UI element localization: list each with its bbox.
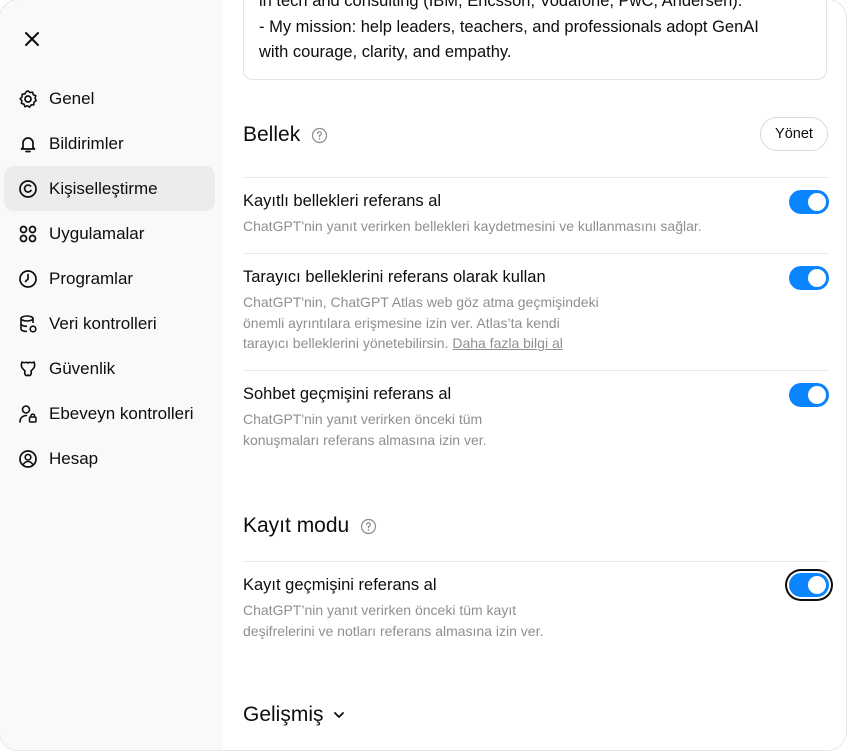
saved-memories-toggle[interactable] bbox=[789, 190, 829, 214]
advanced-label: Gelişmiş bbox=[243, 703, 324, 726]
divider bbox=[243, 561, 829, 562]
setting-chat-history: Sohbet geçmişini referans al ChatGPT'nin… bbox=[243, 383, 829, 450]
section-title-text: Kayıt modu bbox=[243, 514, 350, 537]
description-line: ChatGPT'nin yanıt verirken bellekleri ka… bbox=[243, 218, 702, 234]
bell-icon bbox=[18, 134, 38, 154]
setting-title: Kayıt geçmişini referans al bbox=[243, 576, 437, 594]
toggle-knob bbox=[808, 269, 826, 287]
sidebar-item-label: Programlar bbox=[49, 268, 134, 288]
help-icon[interactable] bbox=[311, 127, 328, 144]
toggle-knob bbox=[808, 576, 826, 594]
bio-text-box[interactable]: in tech and consulting (IBM, Ericsson, V… bbox=[243, 0, 827, 80]
sidebar-item-label: Ebeveyn kontrolleri bbox=[49, 403, 194, 423]
sidebar-item-label: Kişiselleştirme bbox=[49, 178, 158, 198]
sidebar-item-label: Genel bbox=[49, 88, 95, 108]
close-button[interactable] bbox=[18, 25, 46, 53]
sidebar-item-ebeveyn-kontrolleri[interactable]: Ebeveyn kontrolleri bbox=[4, 391, 215, 436]
browser-memories-toggle[interactable] bbox=[789, 266, 829, 290]
setting-record-history: Kayıt geçmişini referans al ChatGPT’nin … bbox=[243, 573, 829, 641]
sidebar-item-label: Hesap bbox=[49, 448, 99, 468]
sidebar-item-kisisellestirme[interactable]: Kişiselleştirme bbox=[4, 166, 215, 211]
setting-browser-memories: Tarayıcı belleklerini referans olarak ku… bbox=[243, 266, 829, 354]
sidebar-item-guvenlik[interactable]: Güvenlik bbox=[4, 346, 215, 391]
section-title-text: Bellek bbox=[243, 123, 301, 146]
settings-window: Genel Bildirimler Kişiselleştirme Uygula… bbox=[0, 0, 846, 750]
description-line: deşifrelerini ve notları referans alması… bbox=[243, 622, 544, 639]
description-line: ChatGPT’nin yanıt verirken önceki tüm ka… bbox=[243, 602, 517, 618]
sidebar-item-veri-kontrolleri[interactable]: Veri kontrolleri bbox=[4, 301, 215, 346]
description-line: tarayıcı belleklerini yönetebilirsin. Da… bbox=[243, 333, 829, 354]
apps-grid-icon bbox=[18, 224, 38, 244]
sidebar-item-hesap[interactable]: Hesap bbox=[4, 436, 215, 481]
chat-history-toggle[interactable] bbox=[789, 383, 829, 407]
description-text: tarayıcı belleklerini yönetebilirsin. bbox=[243, 335, 449, 351]
sidebar-item-label: Uygulamalar bbox=[49, 223, 145, 243]
description-line: önemli ayrıntılara erişmesine izin ver. … bbox=[243, 314, 560, 331]
sidebar-item-bildirimler[interactable]: Bildirimler bbox=[4, 121, 215, 166]
bio-line: - My mission: help leaders, teachers, an… bbox=[259, 17, 759, 36]
personalization-icon bbox=[18, 179, 38, 199]
account-icon bbox=[18, 449, 38, 469]
record-history-toggle[interactable] bbox=[789, 573, 829, 597]
chevron-down-icon bbox=[332, 708, 346, 722]
sidebar-item-label: Güvenlik bbox=[49, 358, 116, 378]
memory-section-title: Bellek bbox=[243, 123, 328, 147]
record-mode-section-title: Kayıt modu bbox=[243, 514, 377, 538]
advanced-section-toggle[interactable]: Gelişmiş bbox=[243, 703, 346, 727]
gear-icon bbox=[18, 89, 38, 109]
sidebar-nav: Genel Bildirimler Kişiselleştirme Uygula… bbox=[4, 76, 215, 481]
setting-description: ChatGPT'nin yanıt verirken önceki tüm ko… bbox=[243, 409, 829, 450]
sidebar-item-genel[interactable]: Genel bbox=[4, 76, 215, 121]
setting-saved-memories: Kayıtlı bellekleri referans al ChatGPT'n… bbox=[243, 190, 829, 237]
learn-more-link[interactable]: Daha fazla bilgi al bbox=[452, 335, 563, 351]
shield-icon bbox=[18, 359, 38, 379]
sidebar-item-label: Bildirimler bbox=[49, 133, 124, 153]
setting-description: ChatGPT'nin yanıt verirken bellekleri ka… bbox=[243, 216, 829, 237]
divider bbox=[243, 253, 829, 254]
description-line: konuşmaları referans almasına izin ver. bbox=[243, 431, 487, 448]
divider bbox=[243, 370, 829, 371]
setting-description: ChatGPT'nin, ChatGPT Atlas web göz atma … bbox=[243, 292, 829, 354]
clock-icon bbox=[18, 269, 38, 289]
database-gear-icon bbox=[18, 314, 38, 334]
setting-description: ChatGPT’nin yanıt verirken önceki tüm ka… bbox=[243, 600, 829, 641]
divider bbox=[243, 177, 829, 178]
setting-title: Tarayıcı belleklerini referans olarak ku… bbox=[243, 268, 546, 286]
description-line: ChatGPT'nin, ChatGPT Atlas web göz atma … bbox=[243, 294, 599, 310]
bio-line: with courage, clarity, and empathy. bbox=[259, 43, 512, 61]
sidebar-item-label: Veri kontrolleri bbox=[49, 313, 157, 333]
description-line: ChatGPT'nin yanıt verirken önceki tüm bbox=[243, 411, 483, 427]
manage-memory-button[interactable]: Yönet bbox=[760, 117, 828, 151]
toggle-knob bbox=[808, 386, 826, 404]
help-icon[interactable] bbox=[360, 518, 377, 535]
settings-content: in tech and consulting (IBM, Ericsson, V… bbox=[223, 0, 846, 750]
bio-line: in tech and consulting (IBM, Ericsson, V… bbox=[259, 0, 743, 10]
user-lock-icon bbox=[18, 404, 38, 424]
sidebar-item-programlar[interactable]: Programlar bbox=[4, 256, 215, 301]
close-icon bbox=[25, 32, 39, 46]
sidebar: Genel Bildirimler Kişiselleştirme Uygula… bbox=[0, 0, 223, 750]
setting-title: Sohbet geçmişini referans al bbox=[243, 385, 452, 403]
sidebar-item-uygulamalar[interactable]: Uygulamalar bbox=[4, 211, 215, 256]
setting-title: Kayıtlı bellekleri referans al bbox=[243, 192, 442, 210]
toggle-knob bbox=[808, 193, 826, 211]
